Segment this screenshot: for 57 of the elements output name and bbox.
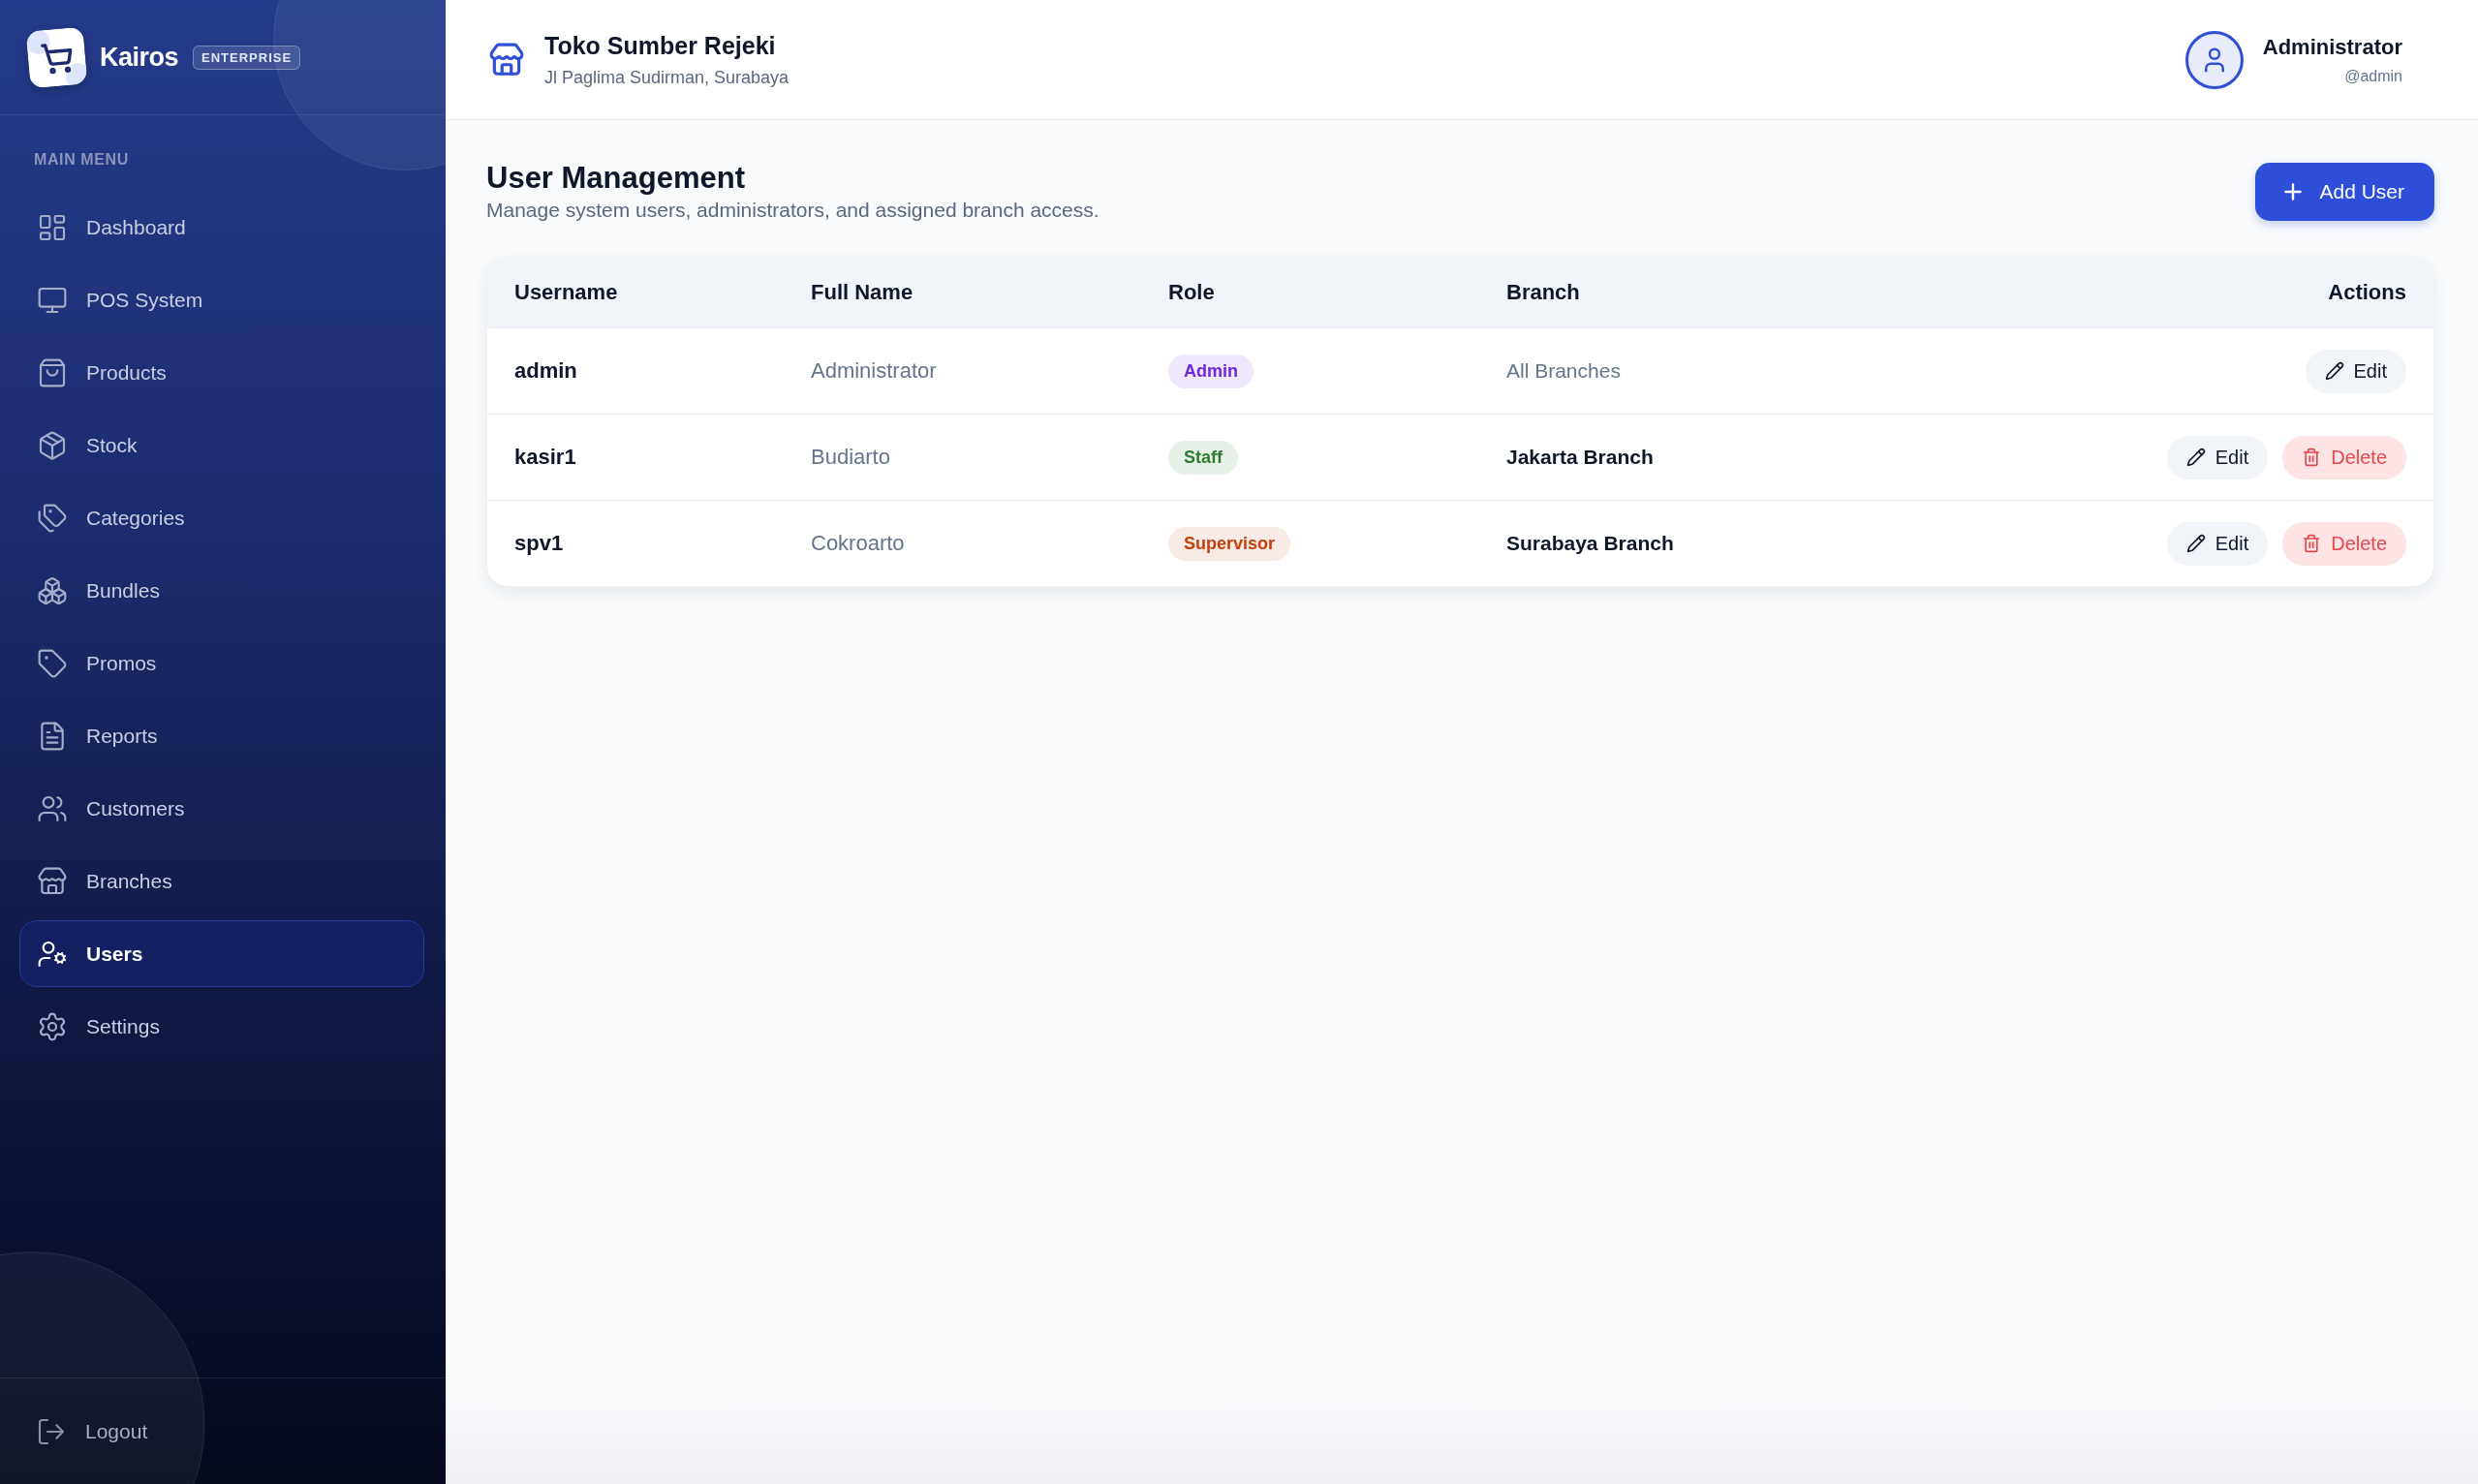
user-name: Administrator (2262, 34, 2402, 60)
store-address: Jl Paglima Sudirman, Surabaya (544, 67, 790, 88)
sidebar-item[interactable]: Reports (19, 702, 424, 769)
tags-icon (37, 502, 68, 534)
sidebar-item[interactable]: Bundles (19, 557, 424, 624)
sidebar-item[interactable]: Settings (19, 993, 424, 1060)
page-subtitle: Manage system users, administrators, and assigned branch access. (486, 198, 1100, 223)
full-name: Administrator (811, 358, 937, 384)
pencil-icon (2185, 448, 2206, 467)
tag-icon (37, 647, 68, 679)
cart-logo-icon (25, 26, 88, 88)
package-icon (37, 429, 68, 461)
username: spv1 (514, 531, 564, 556)
username: kasir1 (514, 445, 576, 470)
branch-name: Surabaya Branch (1506, 532, 1674, 555)
sidebar-item[interactable]: POS System (19, 266, 424, 333)
trash-icon (2302, 534, 2322, 553)
column-header: Actions (2328, 280, 2406, 305)
add-user-button[interactable]: Add User (2255, 163, 2434, 221)
full-name: Cokroarto (811, 531, 905, 556)
edition-badge: ENTERPRISE (193, 45, 301, 70)
user-handle: @admin (2344, 67, 2402, 85)
column-header: Full Name (811, 280, 914, 305)
brand-name: Kairos (100, 42, 179, 73)
edit-button[interactable]: Edit (2166, 521, 2269, 566)
role-badge: Supervisor (1168, 526, 1291, 561)
sidebar-item[interactable]: Categories (19, 484, 424, 551)
username: admin (514, 358, 577, 384)
page-title: User Management (486, 160, 747, 197)
branch-name: Jakarta Branch (1506, 446, 1654, 469)
boxes-icon (37, 574, 68, 606)
menu-section-title: MAIN MENU (34, 150, 129, 170)
column-header: Username (514, 280, 618, 305)
store-name: Toko Sumber Rejeki (544, 31, 776, 60)
column-header: Role (1168, 280, 1215, 305)
logout-link[interactable]: Logout (19, 1404, 160, 1459)
column-header: Branch (1506, 280, 1580, 305)
full-name: Budiarto (811, 445, 890, 470)
sidebar-item[interactable]: Dashboard (19, 194, 424, 261)
sidebar-item[interactable]: Stock (19, 412, 424, 479)
sidebar-item[interactable]: Customers (19, 775, 424, 842)
sidebar-item[interactable]: Users (19, 920, 424, 987)
role-badge: Admin (1168, 354, 1254, 388)
trash-icon (2302, 448, 2322, 467)
edit-button[interactable]: Edit (2166, 435, 2269, 479)
sidebar-item[interactable]: Products (19, 339, 424, 406)
role-badge: Staff (1168, 440, 1238, 475)
store-icon (488, 41, 525, 78)
settings-icon (37, 1010, 68, 1042)
edit-button[interactable]: Edit (2305, 349, 2406, 393)
pencil-icon (2324, 361, 2344, 381)
sidebar-item[interactable]: Branches (19, 848, 424, 914)
sidebar-item[interactable]: Promos (19, 630, 424, 696)
branch-name: All Branches (1506, 359, 1621, 383)
shopping-bag-icon (37, 356, 68, 388)
pencil-icon (2185, 534, 2206, 553)
store-icon (37, 865, 68, 897)
